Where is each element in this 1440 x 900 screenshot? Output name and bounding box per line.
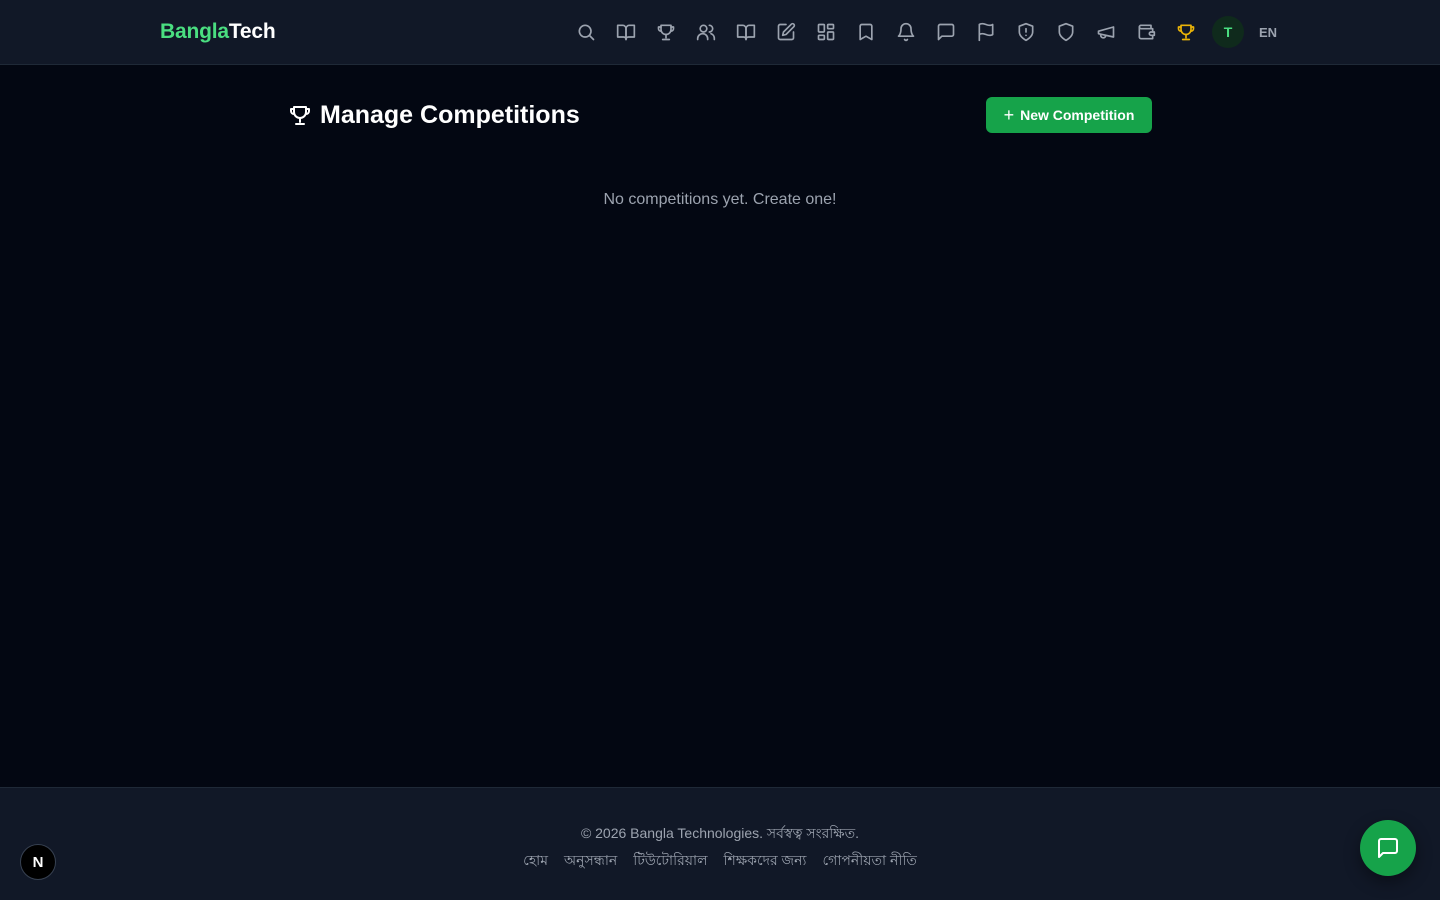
bell-icon	[897, 22, 915, 42]
nav-competitions-button[interactable]	[646, 12, 686, 52]
brand-part-1: Bangla	[160, 20, 229, 43]
edit-icon	[777, 22, 796, 41]
nav-search-button[interactable]	[566, 12, 606, 52]
trophy-icon	[657, 24, 675, 41]
page-title: Manage Competitions	[288, 100, 580, 130]
nav-manage-competitions-button[interactable]	[1166, 12, 1206, 52]
nav-edit-button[interactable]	[766, 12, 806, 52]
nav-moderation-button[interactable]	[1006, 12, 1046, 52]
search-icon	[578, 24, 595, 41]
copyright-text: © 2026 Bangla Technologies. সর্বস্বত্ব স…	[580, 825, 860, 841]
footer-link-search[interactable]: অনুসন্ধান	[564, 849, 617, 873]
nav-messages-button[interactable]	[926, 12, 966, 52]
megaphone-icon	[1097, 26, 1115, 39]
footer-link-home[interactable]: হোম	[523, 849, 548, 873]
nav-bookmarks-button[interactable]	[846, 12, 886, 52]
footer-link-tutorials[interactable]: টিউটোরিয়াল	[633, 849, 707, 873]
language-toggle[interactable]: EN	[1254, 25, 1282, 40]
new-competition-label: New Competition	[1020, 107, 1135, 123]
nav-courses-button[interactable]	[726, 12, 766, 52]
book-open-icon	[616, 24, 636, 41]
shield-alert-icon	[1018, 22, 1034, 42]
nav-users-button[interactable]	[686, 12, 726, 52]
user-avatar[interactable]: T	[1212, 16, 1244, 48]
nav-reports-button[interactable]	[966, 12, 1006, 52]
top-navigation-bar: BanglaTech T EN	[0, 0, 1440, 65]
trophy-icon	[1177, 24, 1195, 41]
brand-logo[interactable]: BanglaTech	[160, 19, 276, 45]
plus-icon: +	[1003, 104, 1015, 125]
chat-button[interactable]	[1360, 820, 1416, 876]
trophy-icon	[290, 106, 310, 125]
message-icon	[937, 23, 955, 41]
footer-links: হোম অনুসন্ধান টিউটোরিয়াল শিক্ষকদের জন্য…	[0, 849, 1440, 873]
nav-dashboard-button[interactable]	[806, 12, 846, 52]
new-competition-button[interactable]: + New Competition	[986, 97, 1152, 133]
footer-link-privacy-policy[interactable]: গোপনীয়তা নীতি	[822, 849, 916, 873]
nav-announcements-button[interactable]	[1086, 12, 1126, 52]
icon-nav: T EN	[566, 12, 1282, 52]
brand-part-2: Tech	[228, 20, 276, 43]
bookmark-icon	[859, 23, 873, 41]
nav-wallet-button[interactable]	[1126, 12, 1166, 52]
nav-notifications-button[interactable]	[886, 12, 926, 52]
shield-icon	[1058, 22, 1074, 42]
page-heading: Manage Competitions	[320, 101, 580, 129]
empty-state-message: No competitions yet. Create one!	[603, 191, 837, 208]
flag-icon	[978, 22, 994, 42]
footer-link-for-teachers[interactable]: শিক্ষকদের জন্য	[724, 849, 807, 873]
users-icon	[696, 24, 716, 41]
grid-icon	[817, 23, 835, 41]
nav-tutorials-button[interactable]	[606, 12, 646, 52]
nextjs-dev-badge[interactable]: N	[20, 844, 56, 880]
nav-admin-button[interactable]	[1046, 12, 1086, 52]
wallet-icon	[1138, 24, 1156, 40]
footer: © 2026 Bangla Technologies. সর্বস্বত্ব স…	[0, 787, 1440, 900]
message-icon	[1378, 838, 1398, 858]
book-open-icon	[736, 24, 756, 41]
